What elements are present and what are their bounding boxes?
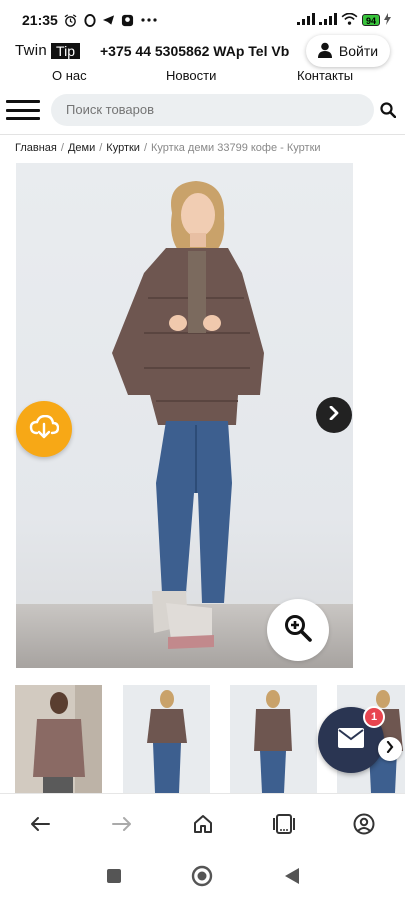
logo-twin: Twin <box>15 42 48 59</box>
zoom-in-icon <box>284 614 312 647</box>
zoom-button[interactable] <box>267 599 329 661</box>
header-divider <box>0 134 405 135</box>
thumbnail-1[interactable] <box>15 685 102 793</box>
phone-number[interactable]: +375 44 5305862 WAp Tel Vb <box>100 43 289 59</box>
tabs-icon[interactable] <box>272 812 296 836</box>
system-navigation-bar <box>0 851 405 900</box>
app-icon <box>121 13 135 27</box>
circle-icon[interactable] <box>191 865 213 887</box>
thumbnail-image <box>15 685 102 793</box>
breadcrumb: Главная / Деми / Куртки / Куртка деми 33799 ко… <box>15 142 321 154</box>
square-icon[interactable] <box>103 865 125 887</box>
menu-icon[interactable] <box>6 100 40 120</box>
download-button[interactable] <box>16 401 72 457</box>
thumbnail-image <box>254 690 292 793</box>
battery-level: 94 <box>361 14 380 26</box>
search-icon[interactable] <box>380 102 397 119</box>
search-input[interactable] <box>51 94 374 126</box>
browser-toolbar <box>0 793 405 851</box>
top-nav: О нас Новости Контакты <box>0 66 405 86</box>
telegram-icon <box>102 13 116 27</box>
nav-news[interactable]: Новости <box>166 68 216 83</box>
login-label: Войти <box>338 43 379 59</box>
opera-icon <box>83 13 97 27</box>
back-icon[interactable] <box>28 812 52 836</box>
image-next-button[interactable] <box>316 397 352 433</box>
status-time: 21:35 <box>22 12 58 28</box>
nav-about[interactable]: О нас <box>52 68 87 83</box>
chevron-right-icon <box>328 405 340 425</box>
wifi-icon <box>341 12 358 28</box>
battery-icon: 94 <box>361 14 380 26</box>
site-logo[interactable]: Twin Tip <box>15 42 80 59</box>
breadcrumb-jackets[interactable]: Куртки <box>106 142 140 154</box>
user-icon <box>317 42 332 61</box>
profile-icon[interactable] <box>352 812 376 836</box>
breadcrumb-home[interactable]: Главная <box>15 142 57 154</box>
chevron-right-icon <box>386 740 394 758</box>
forward-icon[interactable] <box>110 812 134 836</box>
triangle-back-icon[interactable] <box>281 865 303 887</box>
site-header: Twin Tip +375 44 5305862 WAp Tel Vb Войт… <box>0 34 405 68</box>
logo-tip: Tip <box>51 42 80 59</box>
more-icon <box>140 13 158 27</box>
thumbnail-2[interactable] <box>123 685 210 793</box>
thumbnail-image <box>147 690 187 793</box>
breadcrumb-demi[interactable]: Деми <box>68 142 95 154</box>
nav-contacts[interactable]: Контакты <box>297 68 353 83</box>
alarm-icon <box>64 13 78 27</box>
cloud-download-icon <box>29 414 60 444</box>
thumbnails-next-button[interactable] <box>378 737 402 761</box>
mail-badge: 1 <box>363 706 385 728</box>
home-icon[interactable] <box>191 812 215 836</box>
signal-icon <box>296 12 315 28</box>
breadcrumb-current: Куртка деми 33799 кофе - Куртки <box>151 142 321 154</box>
charging-icon <box>384 12 391 28</box>
thumbnail-3[interactable] <box>230 685 317 793</box>
signal-icon <box>318 12 337 28</box>
mail-icon <box>338 727 364 753</box>
login-button[interactable]: Войти <box>306 35 390 67</box>
